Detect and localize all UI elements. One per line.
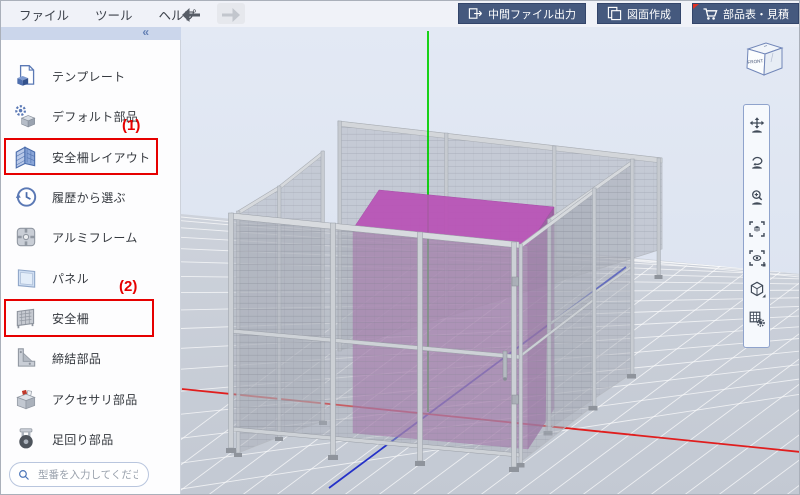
parts-sidebar: « テンプレート デフォルト部品 安全柵レイアウト 履歴から選ぶ アルミフレーム…	[1, 27, 181, 495]
default-parts-icon	[13, 103, 39, 129]
sidebar-item-panel[interactable]: パネル	[1, 258, 180, 298]
menu-file[interactable]: ファイル	[19, 5, 69, 24]
sidebar-item-history[interactable]: 履歴から選ぶ	[1, 177, 180, 217]
iso-view-icon[interactable]	[748, 280, 766, 298]
sidebar-item-label: アルミフレーム	[52, 229, 138, 246]
display-settings-icon[interactable]	[748, 310, 766, 328]
create-drawing-button[interactable]: 図面作成	[597, 3, 681, 24]
part-number-search	[9, 462, 149, 487]
bom-quote-button[interactable]: 部品表・見積	[692, 3, 799, 24]
view-toolbar	[743, 104, 770, 348]
sidebar-item-template[interactable]: テンプレート	[1, 56, 180, 96]
sidebar-item-label: 安全柵	[52, 310, 89, 327]
view-cube[interactable]: FRONT	[740, 40, 786, 80]
sidebar-item-accessory-parts[interactable]: アクセサリ部品	[1, 379, 180, 419]
quote-button-label: 部品表・見積	[723, 6, 789, 22]
viewport-canvas[interactable]	[181, 27, 800, 495]
sidebar-item-safety-fence[interactable]: 安全柵	[1, 298, 180, 338]
redo-forward-button[interactable]	[217, 3, 245, 24]
fence-layout-icon	[13, 144, 39, 170]
export-icon	[468, 6, 483, 21]
sidebar-item-label: テンプレート	[52, 68, 125, 85]
search-input[interactable]	[36, 468, 140, 482]
zoom-tool-icon[interactable]	[748, 188, 766, 206]
collapse-sidebar-icon[interactable]: «	[142, 25, 149, 39]
drawing-button-label: 図面作成	[627, 6, 671, 22]
forward-arrow-icon	[220, 6, 242, 22]
panel-icon	[13, 265, 39, 291]
template-icon	[13, 63, 39, 89]
undo-back-button[interactable]	[177, 3, 205, 24]
caster-parts-icon	[13, 426, 39, 452]
sidebar-item-label: パネル	[52, 270, 89, 287]
sidebar-item-fastening-parts[interactable]: 締結部品	[1, 338, 180, 378]
fastening-parts-icon	[13, 345, 39, 371]
back-arrow-icon	[180, 6, 202, 22]
drawing-icon	[607, 6, 622, 21]
export-intermediate-file-button[interactable]: 中間ファイル出力	[458, 3, 586, 24]
pan-tool-icon[interactable]	[748, 116, 766, 134]
show-all-icon[interactable]	[748, 249, 766, 267]
cart-icon	[702, 6, 718, 21]
sidebar-item-label: アクセサリ部品	[52, 391, 138, 408]
history-icon	[13, 184, 39, 210]
safety-fence-icon	[13, 305, 39, 331]
search-icon	[18, 468, 30, 482]
notification-mark	[693, 4, 699, 9]
sidebar-item-caster-parts[interactable]: 足回り部品	[1, 419, 180, 459]
menu-tools[interactable]: ツール	[95, 5, 133, 24]
fit-view-icon[interactable]	[748, 220, 766, 238]
top-menubar: ファイル ツール ヘルプ 中間ファイル出力 図面作成 部品表・見積	[1, 1, 800, 27]
sidebar-item-label: 履歴から選ぶ	[52, 189, 126, 206]
app-window: ファイル ツール ヘルプ 中間ファイル出力 図面作成 部品表・見積	[0, 0, 800, 495]
safety-fence-front-wall[interactable]	[226, 213, 519, 472]
sidebar-header: «	[1, 27, 181, 40]
sidebar-item-label: デフォルト部品	[52, 108, 138, 125]
sidebar-item-aluminum-frame[interactable]: アルミフレーム	[1, 217, 180, 257]
accessory-parts-icon	[13, 386, 39, 412]
sidebar-item-label: 足回り部品	[52, 431, 114, 448]
aluminum-frame-icon	[13, 224, 39, 250]
sidebar-item-default-parts[interactable]: デフォルト部品	[1, 96, 180, 136]
export-button-label: 中間ファイル出力	[488, 6, 576, 22]
sidebar-item-label: 締結部品	[52, 350, 101, 367]
sidebar-item-label: 安全柵レイアウト	[52, 149, 150, 166]
sidebar-item-fence-layout[interactable]: 安全柵レイアウト	[1, 137, 180, 177]
orbit-tool-icon[interactable]	[748, 152, 766, 170]
